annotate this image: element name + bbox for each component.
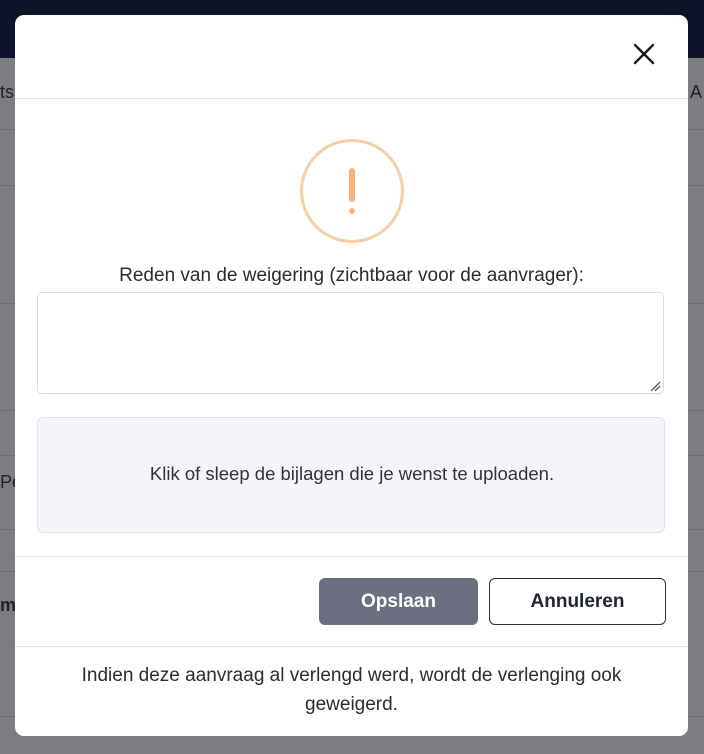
cancel-button[interactable]: Annuleren — [489, 578, 666, 625]
save-button[interactable]: Opslaan — [319, 578, 478, 625]
close-button[interactable] — [627, 37, 661, 71]
close-icon — [633, 43, 655, 65]
background-text: A — [690, 82, 703, 102]
reason-textarea[interactable] — [37, 292, 664, 394]
background-text: m — [0, 595, 17, 615]
note-divider — [15, 646, 688, 647]
resize-handle-icon[interactable] — [649, 380, 661, 392]
rejection-dialog: Reden van de weigering (zichtbaar voor d… — [15, 15, 688, 736]
exclamation-dot — [349, 208, 355, 214]
attachment-dropzone[interactable]: Klik of sleep de bijlagen die je wenst t… — [37, 417, 665, 533]
background-text: ts — [0, 82, 15, 102]
footer-note: Indien deze aanvraag al verlengd werd, w… — [81, 665, 622, 715]
footer-divider — [15, 556, 688, 557]
dialog-header — [15, 15, 688, 99]
dropzone-text: Klik of sleep de bijlagen die je wenst t… — [149, 463, 555, 484]
reason-label: Reden van de weigering (zichtbaar voor d… — [119, 265, 584, 286]
exclamation-circle-icon — [300, 139, 404, 243]
exclamation-bar — [349, 168, 355, 202]
